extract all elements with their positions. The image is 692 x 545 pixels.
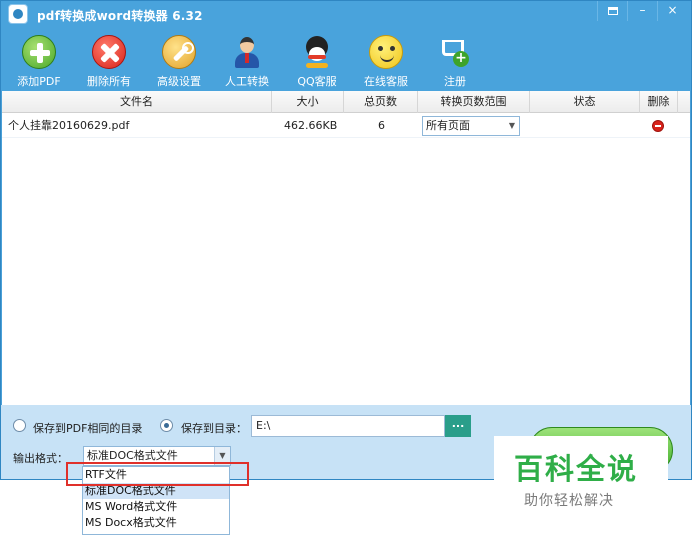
watermark-title: 百科全说 (514, 452, 639, 486)
online-service-icon (369, 35, 403, 69)
title-bar: pdf转换成word转换器 6.32 – × (1, 1, 691, 27)
watermark: 百科全说 助你轻松解决 (494, 436, 668, 520)
settings-icon (162, 35, 196, 69)
toolbar: 添加PDF 删除所有 高级设置 人工转换 QQ客服 在线客服 + 注册 (1, 27, 691, 91)
add-pdf-label: 添加PDF (17, 75, 61, 88)
col-total-pages[interactable]: 总页数 (344, 91, 418, 113)
output-format-value: 标准DOC格式文件 (87, 449, 178, 462)
highlight-box (66, 462, 249, 486)
delete-all-button[interactable]: 删除所有 (77, 33, 141, 89)
online-service-label: 在线客服 (364, 75, 408, 88)
row-pages: 6 (378, 119, 385, 132)
app-logo-icon (8, 4, 28, 24)
save-to-dir-label: 保存到目录： (181, 422, 247, 435)
qq-service-button[interactable]: QQ客服 (285, 33, 349, 89)
row-size: 462.66KB (284, 119, 338, 132)
col-status[interactable]: 状态 (530, 91, 640, 113)
col-page-range[interactable]: 转换页数范围 (418, 91, 530, 113)
register-label: 注册 (444, 75, 466, 88)
col-filename[interactable]: 文件名 (2, 91, 272, 113)
format-option-docx[interactable]: MS Docx格式文件 (83, 515, 229, 531)
manual-convert-icon (230, 35, 264, 69)
watermark-subtitle: 助你轻松解决 (524, 493, 614, 509)
app-window: pdf转换成word转换器 6.32 – × 添加PDF 删除所有 高级设置 人… (0, 0, 692, 480)
delete-all-label: 删除所有 (87, 75, 131, 88)
page-range-value: 所有页面 (426, 119, 470, 132)
minimize-button[interactable]: – (627, 1, 657, 21)
advanced-settings-button[interactable]: 高级设置 (147, 33, 211, 89)
restore-button[interactable] (597, 1, 627, 21)
remove-row-icon[interactable] (652, 120, 664, 132)
col-size[interactable]: 大小 (272, 91, 344, 113)
format-option-word[interactable]: MS Word格式文件 (83, 499, 229, 515)
register-button[interactable]: + 注册 (423, 33, 487, 89)
same-dir-label: 保存到PDF相同的目录 (33, 422, 143, 435)
same-dir-radio[interactable] (13, 419, 26, 432)
save-to-dir-radio[interactable] (160, 419, 173, 432)
row-filename: 个人挂靠20160629.pdf (8, 119, 130, 132)
manual-convert-button[interactable]: 人工转换 (215, 33, 279, 89)
add-icon (22, 35, 56, 69)
output-format-label: 输出格式： (13, 452, 68, 465)
manual-convert-label: 人工转换 (225, 75, 269, 88)
table-row[interactable]: 个人挂靠20160629.pdf 462.66KB 6 所有页面 ▼ (2, 114, 690, 138)
qq-service-label: QQ客服 (297, 75, 337, 88)
table-header: 文件名 大小 总页数 转换页数范围 状态 删除 (2, 91, 690, 113)
file-table: 文件名 大小 总页数 转换页数范围 状态 删除 个人挂靠20160629.pdf… (2, 91, 690, 405)
chevron-down-icon: ▼ (508, 121, 515, 130)
restore-icon (607, 7, 618, 15)
delete-icon (92, 35, 126, 69)
online-service-button[interactable]: 在线客服 (354, 33, 418, 89)
register-cart-icon: + (438, 35, 472, 69)
save-path-input[interactable]: E:\ (251, 415, 445, 437)
window-title: pdf转换成word转换器 6.32 (37, 9, 203, 23)
page-range-select[interactable]: 所有页面 ▼ (422, 116, 520, 136)
col-delete[interactable]: 删除 (640, 91, 678, 113)
browse-button[interactable]: ... (445, 415, 471, 437)
advanced-settings-label: 高级设置 (157, 75, 201, 88)
qq-icon (300, 35, 334, 69)
add-pdf-button[interactable]: 添加PDF (7, 33, 71, 89)
close-button[interactable]: × (657, 1, 687, 21)
